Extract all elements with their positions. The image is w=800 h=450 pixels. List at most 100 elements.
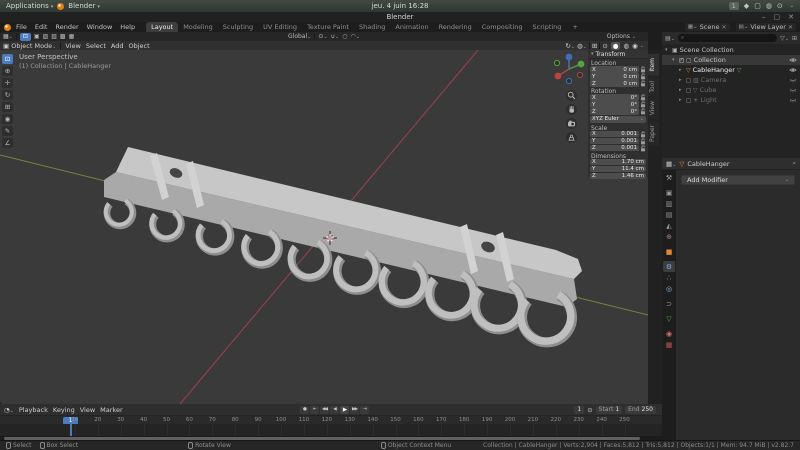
select-mode-icon-4[interactable]: ▦ xyxy=(69,33,75,40)
transform-panel-header[interactable]: ▾Transform xyxy=(588,50,648,59)
workspace-tab-compositing[interactable]: Compositing xyxy=(477,22,528,32)
checkbox-unchecked[interactable] xyxy=(686,98,691,103)
jump-start-button[interactable]: ⇤ xyxy=(310,406,319,414)
menu-edit[interactable]: Edit xyxy=(31,23,52,31)
expander-icon[interactable]: ▾ xyxy=(665,47,670,53)
menu-window[interactable]: Window xyxy=(83,23,117,31)
axis-y-neg-ball[interactable] xyxy=(554,60,559,65)
workspace-badge[interactable]: 1 xyxy=(729,2,739,10)
properties-tab-output[interactable]: ▥ xyxy=(663,198,675,209)
outliner-filter-icon[interactable]: ▽⌄ xyxy=(780,35,789,42)
zoom-icon[interactable] xyxy=(566,90,577,101)
shading-icon-1[interactable]: ● xyxy=(611,42,621,50)
scale-z-field[interactable]: Z0.001 xyxy=(590,145,639,152)
select-mode-icon-0[interactable]: ▣ xyxy=(34,33,40,40)
timeline-menu-playback[interactable]: Playback xyxy=(19,406,48,414)
tool-annotate-icon[interactable]: ✎ xyxy=(2,126,13,136)
workspace-tab-animation[interactable]: Animation xyxy=(390,22,433,32)
scene-selector[interactable]: ▦⌄Scene✕ xyxy=(685,23,730,31)
lock-icon[interactable] xyxy=(640,145,646,152)
scale-y-field[interactable]: Y0.001 xyxy=(590,138,639,145)
maximize-button[interactable]: ▢ xyxy=(774,13,781,21)
keying-set-icon[interactable]: ⊙ xyxy=(587,406,592,414)
properties-tab-constraints[interactable]: ⊃ xyxy=(663,298,675,309)
outliner-options-icon[interactable]: ⊞ xyxy=(792,35,797,42)
timeline-menu-keying[interactable]: Keying xyxy=(53,406,75,414)
timeline-track[interactable] xyxy=(0,424,662,436)
dimensions-y-field[interactable]: Y11.4 cm xyxy=(590,166,646,173)
properties-tab-physics[interactable]: ◎ xyxy=(663,283,675,294)
view-layer-selector[interactable]: ▤⌄View Layer✕ xyxy=(736,23,796,31)
add-workspace-button[interactable]: + xyxy=(567,22,582,32)
outliner-row-light[interactable]: ▸☀Light xyxy=(662,95,800,105)
outliner-row-cube[interactable]: ▸▽Cube xyxy=(662,85,800,95)
scale-x-field[interactable]: X0.001 xyxy=(590,131,639,138)
properties-tab-world[interactable]: ⊕ xyxy=(663,231,675,242)
timeline-menu-view[interactable]: View xyxy=(80,406,95,414)
properties-tab-particles[interactable]: ∴ xyxy=(663,272,675,283)
shading-icon-3[interactable]: ◉ xyxy=(632,42,638,50)
tool-transform-icon[interactable]: ◉ xyxy=(2,114,13,124)
tray-power-icon[interactable]: ⊙ xyxy=(777,2,783,10)
eye-closed-icon[interactable] xyxy=(789,77,797,83)
play-button[interactable]: ▶ xyxy=(340,406,349,414)
active-tool-select-box[interactable]: ⊡ xyxy=(20,33,31,41)
navigation-gizmo[interactable] xyxy=(552,51,586,87)
shading-icon-2[interactable]: ◍ xyxy=(623,42,629,50)
lock-icon[interactable] xyxy=(640,80,646,87)
properties-tab-modifiers[interactable]: ⚙ xyxy=(663,261,675,272)
workspace-tab-uv-editing[interactable]: UV Editing xyxy=(258,22,302,32)
shading-dropdown-icon[interactable]: ⌄ xyxy=(640,43,644,49)
lock-icon[interactable] xyxy=(640,66,646,73)
select-mode-icon-1[interactable]: ▨ xyxy=(43,33,49,40)
outliner-display-mode[interactable]: ▤⌄ xyxy=(665,35,675,42)
add-modifier-button[interactable]: Add Modifier⌄ xyxy=(681,175,795,185)
viewport-3d[interactable]: ⊡⊕✛↻⊞◉✎∠ User Perspective (1) Collection… xyxy=(0,50,648,404)
workspace-tab-sculpting[interactable]: Sculpting xyxy=(218,22,258,32)
frame-start-field[interactable]: Start1 xyxy=(596,406,623,414)
tool-rotate-icon[interactable]: ↻ xyxy=(2,90,13,100)
viewport-menu-select[interactable]: Select xyxy=(86,42,106,50)
outliner-search-input[interactable]: ⌕ xyxy=(678,34,777,42)
lock-icon[interactable] xyxy=(640,94,646,101)
workspace-tab-layout[interactable]: Layout xyxy=(146,22,178,32)
select-mode-icon-2[interactable]: ▧ xyxy=(51,33,57,40)
play-reverse-button[interactable]: ◀ xyxy=(330,406,339,414)
outliner-row-camera[interactable]: ▸▥Camera xyxy=(662,75,800,85)
tool-select-box-icon[interactable]: ⊡ xyxy=(2,54,13,64)
rotation-y-field[interactable]: Y0° xyxy=(590,101,639,108)
tool-move-icon[interactable]: ✛ xyxy=(2,78,13,88)
notification-icon[interactable]: ◆ xyxy=(744,2,749,10)
current-frame-field[interactable]: 1 xyxy=(574,406,584,414)
workspace-tab-shading[interactable]: Shading xyxy=(354,22,390,32)
location-z-field[interactable]: Z0 cm xyxy=(590,80,639,87)
eye-closed-icon[interactable] xyxy=(789,87,797,93)
frame-end-field[interactable]: End250 xyxy=(625,406,656,414)
pan-hand-icon[interactable] xyxy=(566,104,577,115)
location-y-field[interactable]: Y0 cm xyxy=(590,73,639,80)
tray-window-icon[interactable]: ▢ xyxy=(754,2,761,10)
tool-cursor-icon[interactable]: ⊕ xyxy=(2,66,13,76)
workspace-tab-rendering[interactable]: Rendering xyxy=(434,22,477,32)
tool-measure-icon[interactable]: ∠ xyxy=(2,138,13,148)
shading-icon-0[interactable]: ⊙ xyxy=(602,42,607,50)
lock-icon[interactable] xyxy=(640,138,646,145)
rotation-z-field[interactable]: Z0° xyxy=(590,108,639,115)
editor-type-button[interactable]: ▦⌄ xyxy=(3,33,13,40)
axis-z-ball[interactable] xyxy=(566,54,573,61)
axis-z-neg-ball[interactable] xyxy=(566,78,571,83)
axis-y-ball[interactable] xyxy=(578,61,585,68)
properties-tab-tool[interactable]: ⚒ xyxy=(663,172,675,183)
dimensions-x-field[interactable]: X1.70 cm xyxy=(590,159,646,166)
expander-icon[interactable]: ▸ xyxy=(679,87,684,93)
expander-icon[interactable]: ▾ xyxy=(672,57,677,63)
overlays-dropdown[interactable]: ◍⌄ xyxy=(577,42,587,50)
sidebar-tab-paper[interactable]: Paper xyxy=(648,121,659,146)
jump-end-button[interactable]: ⇥ xyxy=(360,406,369,414)
eye-closed-icon[interactable] xyxy=(789,97,797,103)
outliner-row-cablehanger[interactable]: ▸▽CableHanger▽ xyxy=(662,65,800,75)
perspective-toggle-icon[interactable] xyxy=(566,132,577,143)
lock-icon[interactable] xyxy=(640,131,646,138)
sidebar-tab-tool[interactable]: Tool xyxy=(648,77,659,97)
applications-menu[interactable]: Applications▾ xyxy=(6,2,53,10)
